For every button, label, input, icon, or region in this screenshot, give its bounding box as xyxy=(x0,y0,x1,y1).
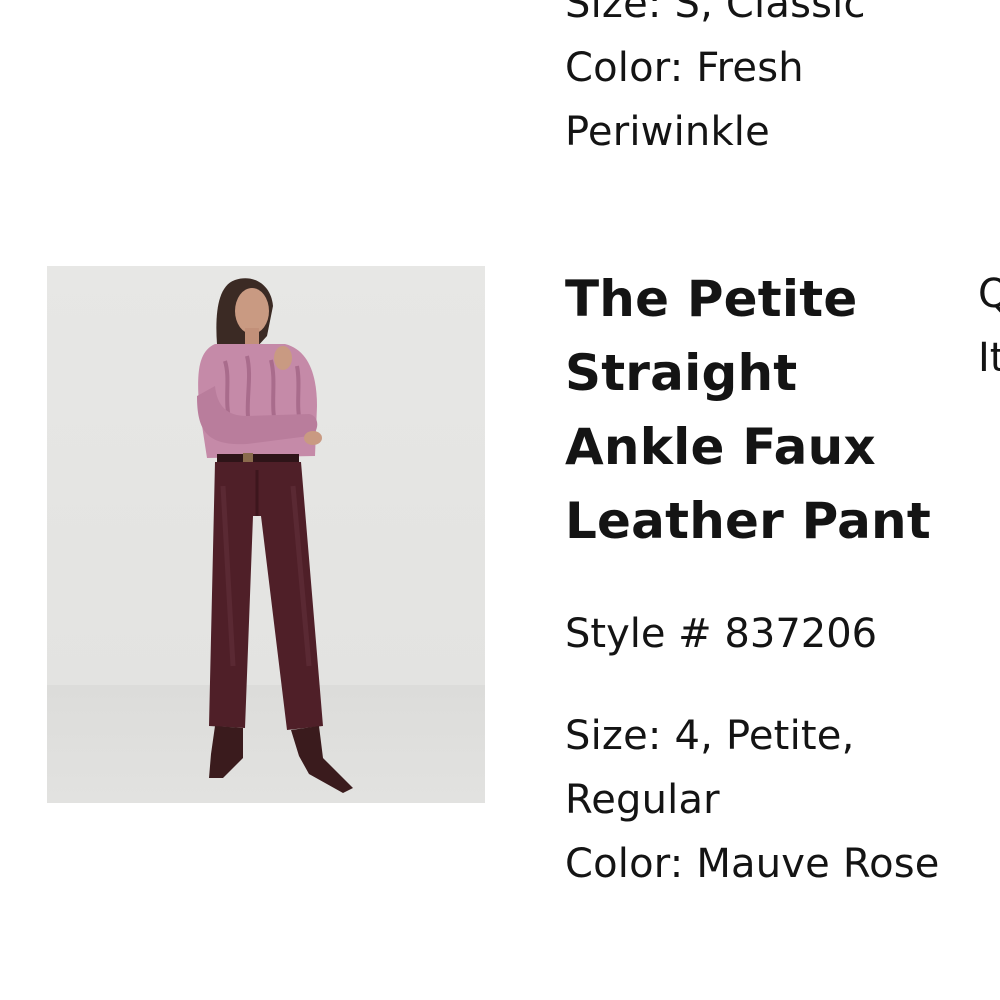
previous-item-color: Color: Fresh Periwinkle xyxy=(565,45,804,155)
quantity-label: Q xyxy=(978,271,1000,317)
product-photo-illustration xyxy=(197,278,353,793)
item-attributes: Size: 4, Petite, Regular Color: Mauve Ro… xyxy=(565,704,1000,896)
previous-item-size: Size: S, Classic xyxy=(565,0,866,27)
current-item-details: The Petite Straight Ankle Faux Leather P… xyxy=(565,262,945,896)
item-color: Color: Mauve Rose xyxy=(565,841,940,887)
product-title[interactable]: The Petite Straight Ankle Faux Leather P… xyxy=(565,262,945,558)
order-items-page: Size: S, Classic Color: Fresh Periwinkle xyxy=(0,0,1000,1000)
item-price-label: It xyxy=(978,335,1000,381)
previous-item-details: Size: S, Classic Color: Fresh Periwinkle xyxy=(565,0,985,164)
style-number: Style # 837206 xyxy=(565,611,878,657)
quantity-column: Q It xyxy=(978,262,1000,390)
item-size: Size: 4, Petite, Regular xyxy=(565,713,855,823)
product-image[interactable] xyxy=(47,266,485,803)
